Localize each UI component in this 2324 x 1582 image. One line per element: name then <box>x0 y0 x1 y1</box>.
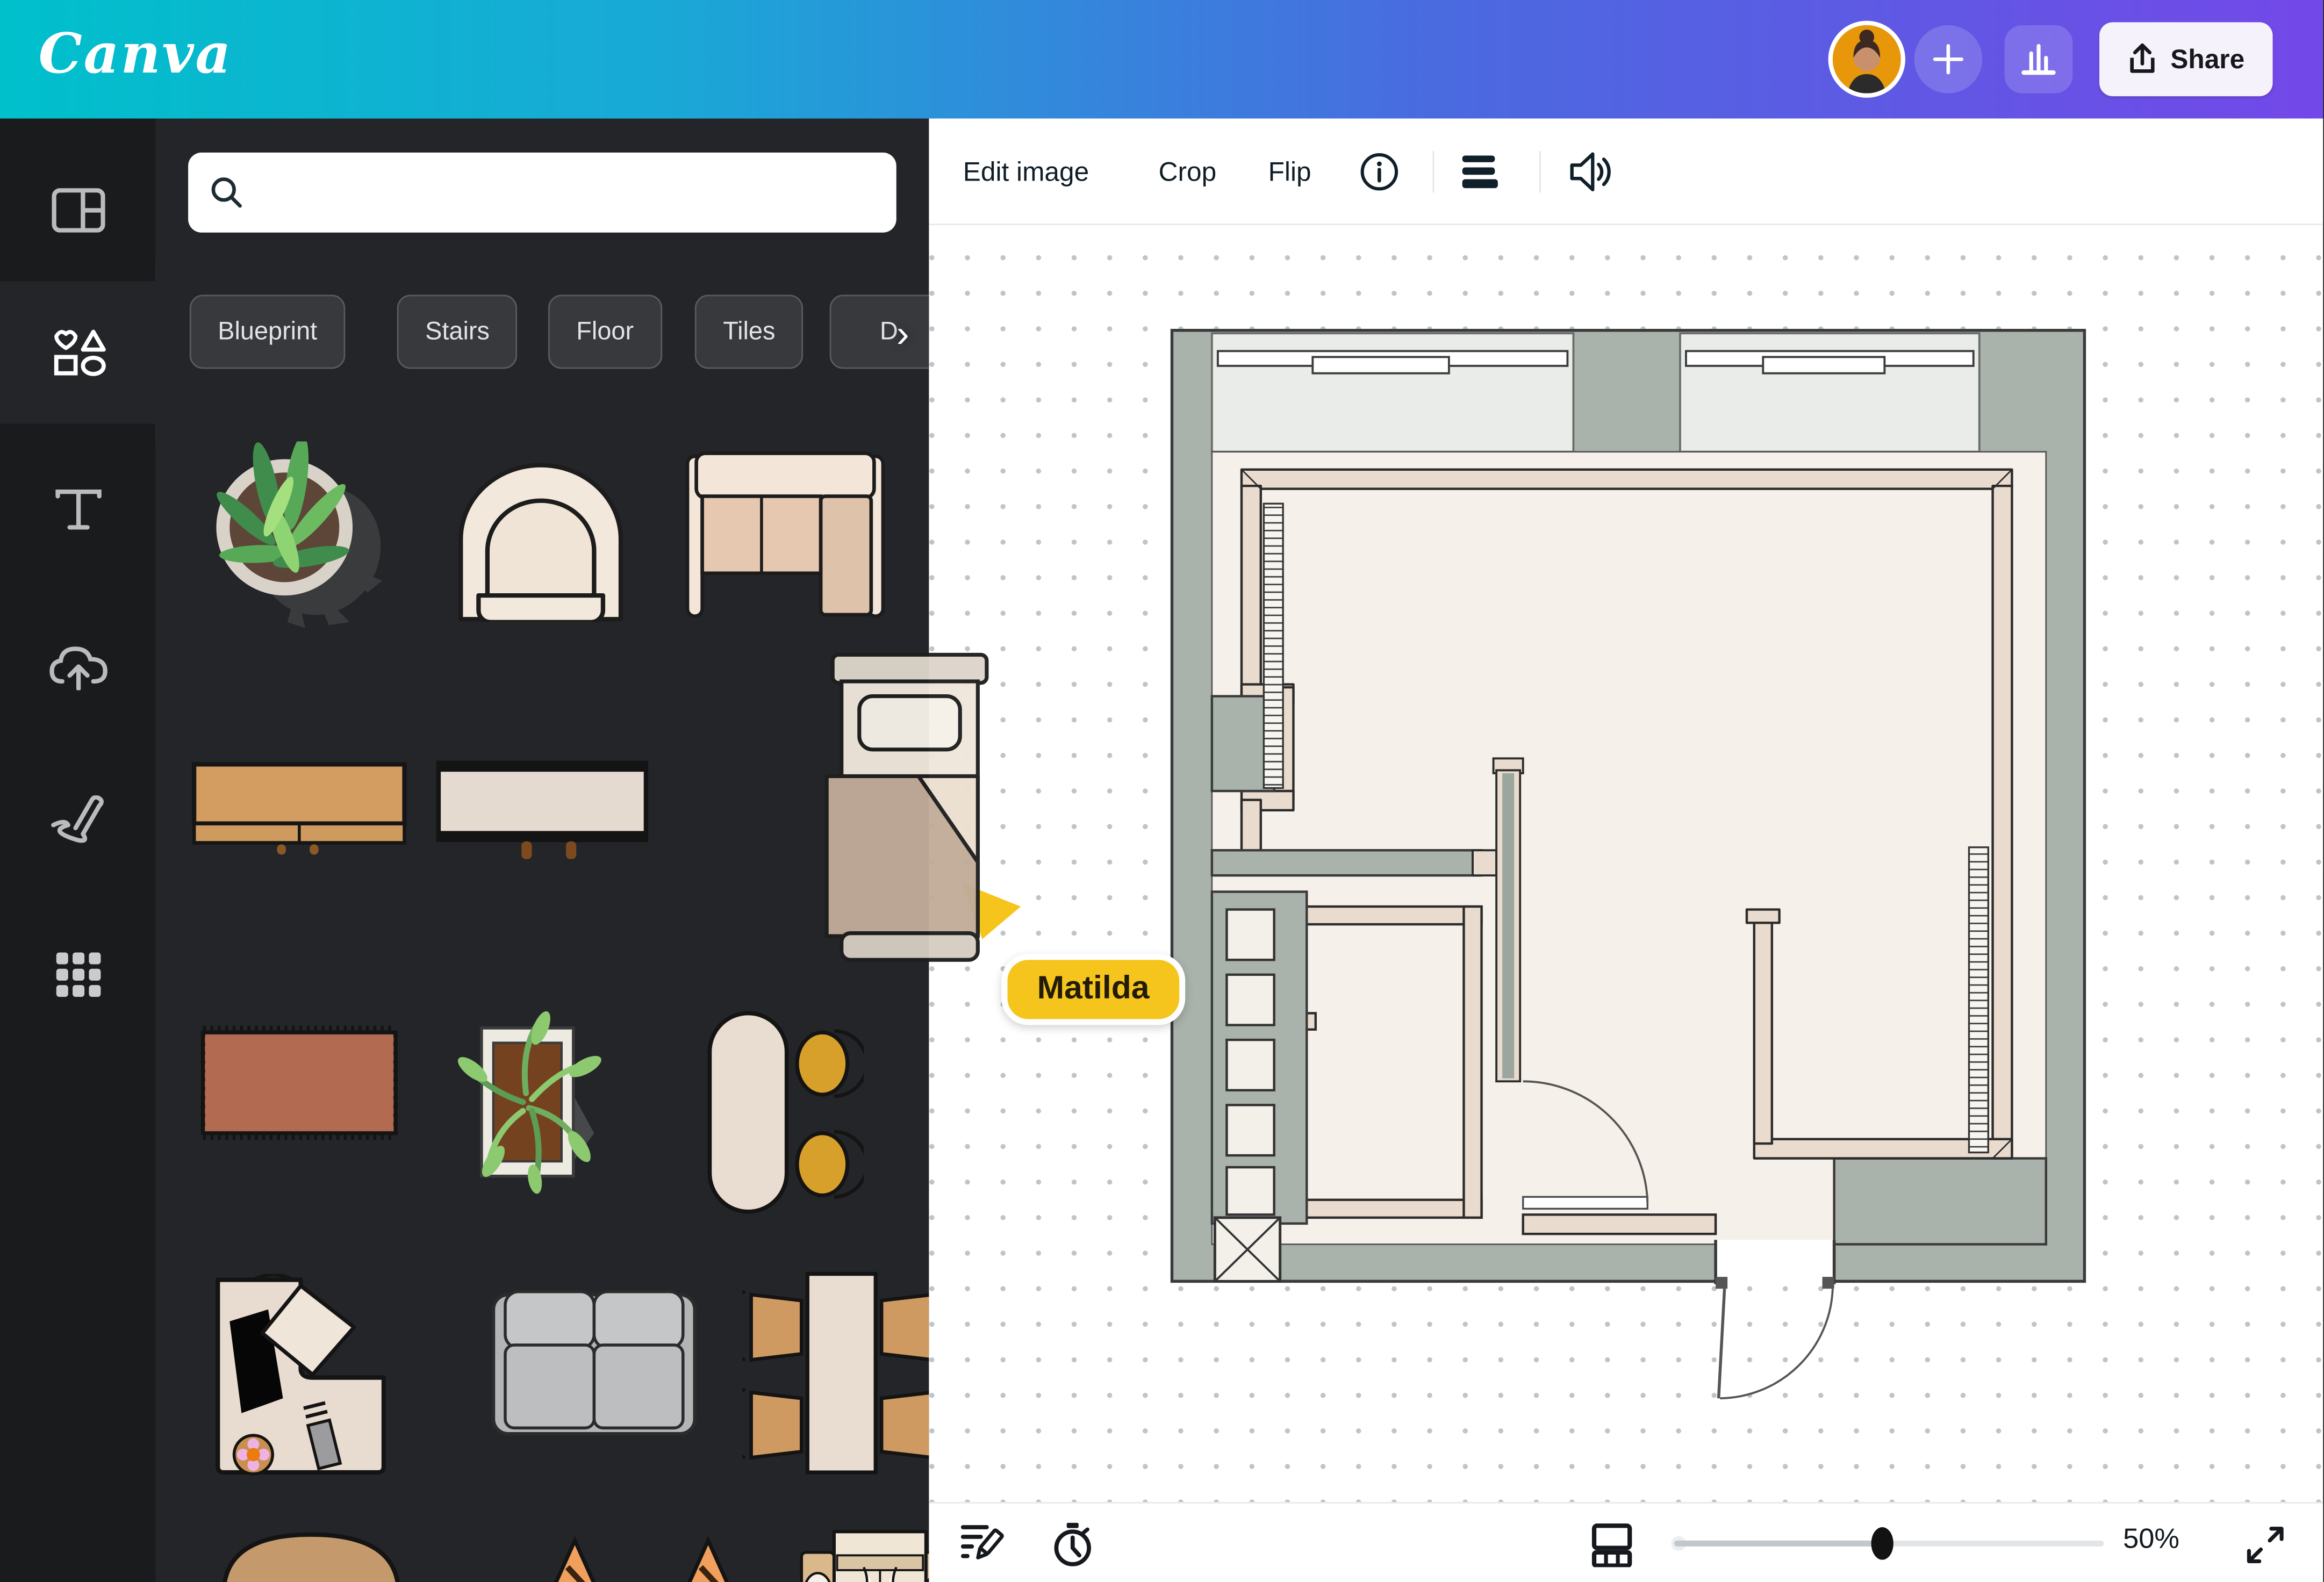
sidebar-item-apps[interactable] <box>0 903 155 1046</box>
floor-plan-image[interactable] <box>1170 328 2086 1404</box>
plus-icon <box>1933 44 1963 75</box>
speaker-icon <box>1570 152 1611 192</box>
filter-chip-floor[interactable]: Floor <box>548 294 662 369</box>
element-loveseat[interactable] <box>490 1289 698 1440</box>
zoom-slider-fill <box>1674 1540 1882 1547</box>
filter-chip-stairs[interactable]: Stairs <box>397 294 518 369</box>
zoom-level-value[interactable]: 50% <box>2123 1524 2179 1557</box>
design-panel-icon <box>51 188 105 233</box>
expand-icon <box>2247 1527 2284 1563</box>
info-button[interactable] <box>1359 119 1400 225</box>
info-icon <box>1360 153 1398 191</box>
add-button[interactable] <box>1914 25 1983 94</box>
element-lounge-chair[interactable] <box>662 1535 754 1582</box>
canva-editor-window: Canva Share Blueprint Stairs Floor Tiles… <box>0 0 2323 1582</box>
sidebar-item-uploads[interactable] <box>0 595 155 738</box>
element-sectional-sofa[interactable] <box>685 450 886 622</box>
toolbar-divider <box>1432 151 1434 193</box>
draw-icon <box>50 795 103 843</box>
search-icon <box>211 177 242 208</box>
zoom-slider[interactable] <box>1671 1527 2104 1560</box>
notes-icon <box>960 1525 1004 1559</box>
zoom-slider-thumb[interactable] <box>1871 1527 1893 1560</box>
notes-button[interactable] <box>960 1523 1005 1572</box>
collaborator-name-badge: Matilda <box>1001 954 1185 1025</box>
element-console-with-stools[interactable] <box>704 1010 864 1218</box>
element-potted-plant[interactable] <box>207 441 394 631</box>
top-bar: Canva Share <box>0 0 2323 119</box>
avatar[interactable] <box>1828 20 1905 98</box>
sidebar-item-text[interactable] <box>0 438 155 581</box>
stopwatch-icon <box>1054 1522 1091 1566</box>
sidebar-item-design[interactable] <box>0 139 155 282</box>
search-bar[interactable] <box>188 152 896 233</box>
timer-button[interactable] <box>1050 1522 1095 1574</box>
chips-scroll-chevron-icon[interactable]: › <box>896 311 909 357</box>
sidebar-item-draw[interactable] <box>0 750 155 892</box>
element-daybed[interactable] <box>775 1529 929 1582</box>
stacked-lines-icon <box>1462 155 1498 189</box>
design-canvas[interactable]: Matilda <box>929 225 2323 1502</box>
share-upload-icon <box>2130 43 2155 73</box>
insights-button[interactable] <box>2004 25 2073 94</box>
bottom-bar: 50% <box>929 1502 2323 1582</box>
volume-button[interactable] <box>1569 119 1613 225</box>
element-lounge-chair[interactable] <box>529 1535 621 1582</box>
search-input[interactable] <box>259 176 876 209</box>
elements-icon <box>53 329 105 376</box>
crop-button[interactable]: Crop <box>1159 119 1217 225</box>
canvas-area: Edit image Crop Flip Matilda 50% <box>929 118 2323 1582</box>
canvas-toolbar: Edit image Crop Flip <box>929 118 2323 225</box>
position-button[interactable] <box>1461 119 1502 225</box>
share-label: Share <box>2170 44 2245 74</box>
element-bed-dragging[interactable] <box>824 652 999 973</box>
canva-logo[interactable]: Canva <box>39 21 233 86</box>
element-sideboard[interactable] <box>191 761 407 856</box>
element-fern-planter[interactable] <box>446 1007 624 1197</box>
filter-chip-tiles[interactable]: Tiles <box>694 294 804 369</box>
element-armchair[interactable] <box>449 454 633 622</box>
edit-image-button[interactable]: Edit image <box>963 119 1089 225</box>
pages-icon <box>1591 1523 1632 1568</box>
sidebar-item-elements[interactable] <box>0 281 156 424</box>
toolbar-divider <box>1539 151 1541 193</box>
filter-chip-blueprint[interactable]: Blueprint <box>189 294 346 369</box>
share-button[interactable]: Share <box>2099 22 2273 97</box>
cloud-upload-icon <box>48 646 107 691</box>
apps-grid-icon <box>55 952 101 997</box>
avatar-image <box>1832 25 1901 94</box>
element-desk-workstation[interactable] <box>209 1274 396 1476</box>
grid-view-button[interactable] <box>1590 1523 1634 1574</box>
element-dining-set[interactable] <box>742 1271 929 1475</box>
fullscreen-button[interactable] <box>2244 1524 2286 1573</box>
bar-chart-icon <box>2021 44 2056 75</box>
elements-panel: Blueprint Stairs Floor Tiles D › <box>155 118 929 1582</box>
flip-button[interactable]: Flip <box>1268 119 1311 225</box>
element-table[interactable] <box>435 758 649 859</box>
sidebar-rail <box>0 118 156 1582</box>
filter-chip-doors[interactable]: D <box>829 294 929 369</box>
text-icon <box>54 490 101 530</box>
element-rug[interactable] <box>197 1022 401 1144</box>
element-oval-table[interactable] <box>218 1526 404 1582</box>
